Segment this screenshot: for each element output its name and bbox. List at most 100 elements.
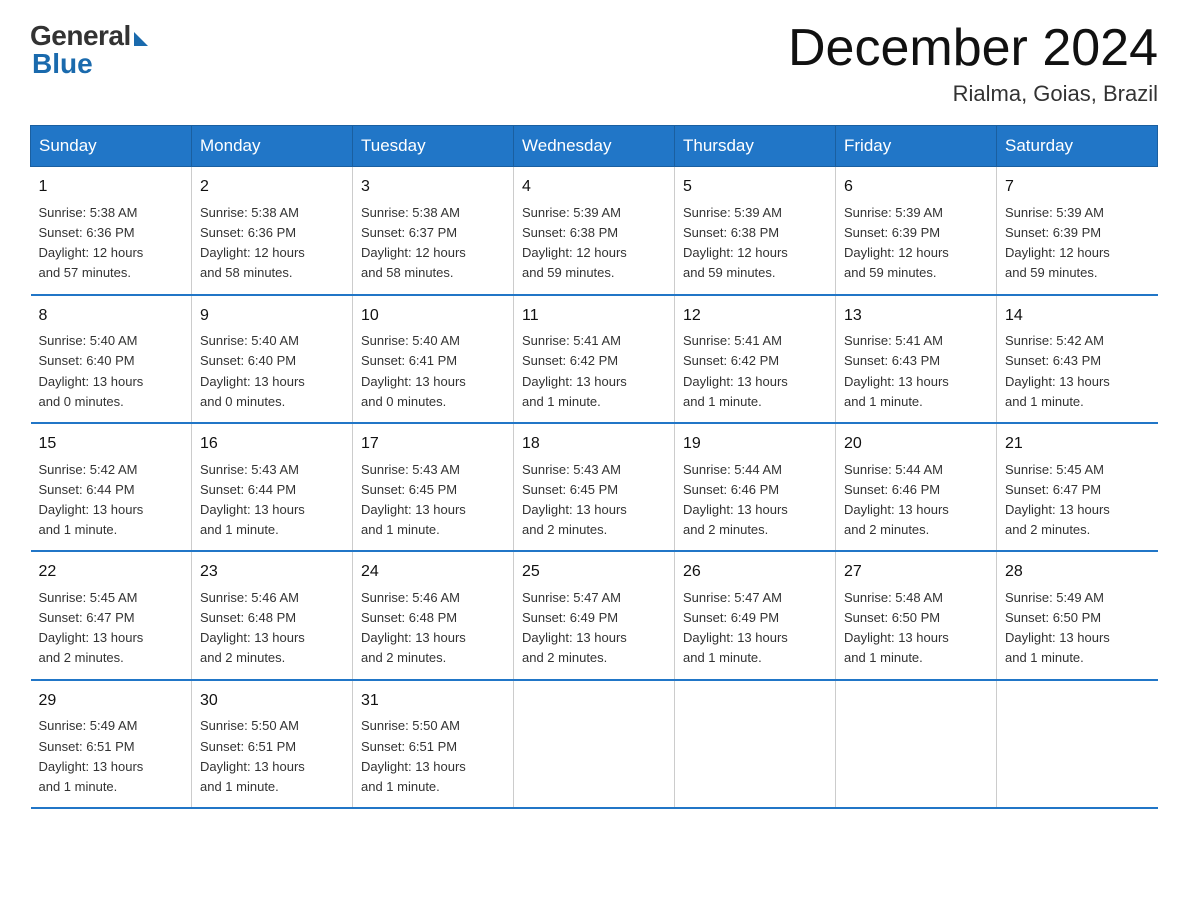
day-info: Sunrise: 5:45 AMSunset: 6:47 PMDaylight:… [1005, 460, 1150, 541]
logo-blue-text: Blue [32, 48, 93, 80]
day-info: Sunrise: 5:39 AMSunset: 6:39 PMDaylight:… [1005, 203, 1150, 284]
calendar-week-row: 1 Sunrise: 5:38 AMSunset: 6:36 PMDaylight… [31, 167, 1158, 295]
calendar-cell [997, 680, 1158, 808]
day-info: Sunrise: 5:39 AMSunset: 6:38 PMDaylight:… [522, 203, 666, 284]
calendar-cell: 25 Sunrise: 5:47 AMSunset: 6:49 PMDayligh… [514, 551, 675, 679]
day-number: 31 [361, 689, 505, 714]
day-info: Sunrise: 5:42 AMSunset: 6:44 PMDaylight:… [39, 460, 184, 541]
day-number: 25 [522, 560, 666, 585]
calendar-cell: 28 Sunrise: 5:49 AMSunset: 6:50 PMDayligh… [997, 551, 1158, 679]
calendar-cell: 1 Sunrise: 5:38 AMSunset: 6:36 PMDaylight… [31, 167, 192, 295]
day-number: 7 [1005, 175, 1150, 200]
calendar-cell: 21 Sunrise: 5:45 AMSunset: 6:47 PMDayligh… [997, 423, 1158, 551]
calendar-cell: 2Sunrise: 5:38 AMSunset: 6:36 PMDaylight… [192, 167, 353, 295]
calendar-cell: 8Sunrise: 5:40 AMSunset: 6:40 PMDaylight… [31, 295, 192, 423]
day-number: 26 [683, 560, 827, 585]
day-info: Sunrise: 5:41 AMSunset: 6:42 PMDaylight:… [683, 331, 827, 412]
day-number: 11 [522, 304, 666, 329]
day-info: Sunrise: 5:38 AMSunset: 6:36 PMDaylight:… [39, 203, 184, 284]
calendar-cell: 24 Sunrise: 5:46 AMSunset: 6:48 PMDayligh… [353, 551, 514, 679]
day-info: Sunrise: 5:42 AMSunset: 6:43 PMDaylight:… [1005, 331, 1150, 412]
day-number: 29 [39, 689, 184, 714]
day-info: Sunrise: 5:40 AMSunset: 6:41 PMDaylight:… [361, 331, 505, 412]
day-info: Sunrise: 5:38 AMSunset: 6:37 PMDaylight:… [361, 203, 505, 284]
day-number: 22 [39, 560, 184, 585]
day-number: 17 [361, 432, 505, 457]
calendar-cell: 3 Sunrise: 5:38 AMSunset: 6:37 PMDaylight… [353, 167, 514, 295]
header-sunday: Sunday [31, 126, 192, 167]
calendar-cell [675, 680, 836, 808]
day-info: Sunrise: 5:47 AMSunset: 6:49 PMDaylight:… [683, 588, 827, 669]
day-number: 3 [361, 175, 505, 200]
calendar-cell [514, 680, 675, 808]
calendar-cell [836, 680, 997, 808]
day-number: 1 [39, 175, 184, 200]
day-info: Sunrise: 5:39 AMSunset: 6:38 PMDaylight:… [683, 203, 827, 284]
day-info: Sunrise: 5:43 AMSunset: 6:44 PMDaylight:… [200, 460, 344, 541]
day-number: 16 [200, 432, 344, 457]
day-info: Sunrise: 5:38 AMSunset: 6:36 PMDaylight:… [200, 203, 344, 284]
calendar-cell: 11Sunrise: 5:41 AMSunset: 6:42 PMDayligh… [514, 295, 675, 423]
day-number: 6 [844, 175, 988, 200]
title-block: December 2024 Rialma, Goias, Brazil [788, 20, 1158, 107]
calendar-header-row: SundayMondayTuesdayWednesdayThursdayFrid… [31, 126, 1158, 167]
day-number: 28 [1005, 560, 1150, 585]
day-info: Sunrise: 5:41 AMSunset: 6:43 PMDaylight:… [844, 331, 988, 412]
header-saturday: Saturday [997, 126, 1158, 167]
calendar-cell: 4 Sunrise: 5:39 AMSunset: 6:38 PMDaylight… [514, 167, 675, 295]
day-number: 4 [522, 175, 666, 200]
day-number: 24 [361, 560, 505, 585]
header-tuesday: Tuesday [353, 126, 514, 167]
day-number: 10 [361, 304, 505, 329]
day-number: 23 [200, 560, 344, 585]
day-info: Sunrise: 5:50 AMSunset: 6:51 PMDaylight:… [361, 716, 505, 797]
calendar-cell: 9Sunrise: 5:40 AMSunset: 6:40 PMDaylight… [192, 295, 353, 423]
calendar-cell: 10Sunrise: 5:40 AMSunset: 6:41 PMDayligh… [353, 295, 514, 423]
day-number: 8 [39, 304, 184, 329]
day-info: Sunrise: 5:47 AMSunset: 6:49 PMDaylight:… [522, 588, 666, 669]
calendar-cell: 20 Sunrise: 5:44 AMSunset: 6:46 PMDayligh… [836, 423, 997, 551]
day-info: Sunrise: 5:43 AMSunset: 6:45 PMDaylight:… [361, 460, 505, 541]
calendar-cell: 23Sunrise: 5:46 AMSunset: 6:48 PMDayligh… [192, 551, 353, 679]
day-info: Sunrise: 5:44 AMSunset: 6:46 PMDaylight:… [844, 460, 988, 541]
day-number: 27 [844, 560, 988, 585]
day-number: 14 [1005, 304, 1150, 329]
day-number: 18 [522, 432, 666, 457]
day-info: Sunrise: 5:48 AMSunset: 6:50 PMDaylight:… [844, 588, 988, 669]
calendar-cell: 6Sunrise: 5:39 AMSunset: 6:39 PMDaylight… [836, 167, 997, 295]
calendar-cell: 15 Sunrise: 5:42 AMSunset: 6:44 PMDayligh… [31, 423, 192, 551]
day-info: Sunrise: 5:49 AMSunset: 6:51 PMDaylight:… [39, 716, 184, 797]
day-info: Sunrise: 5:49 AMSunset: 6:50 PMDaylight:… [1005, 588, 1150, 669]
calendar-cell: 12Sunrise: 5:41 AMSunset: 6:42 PMDayligh… [675, 295, 836, 423]
day-info: Sunrise: 5:46 AMSunset: 6:48 PMDaylight:… [361, 588, 505, 669]
day-number: 5 [683, 175, 827, 200]
day-number: 21 [1005, 432, 1150, 457]
calendar-cell: 13Sunrise: 5:41 AMSunset: 6:43 PMDayligh… [836, 295, 997, 423]
header-friday: Friday [836, 126, 997, 167]
calendar-cell: 29Sunrise: 5:49 AMSunset: 6:51 PMDayligh… [31, 680, 192, 808]
header-wednesday: Wednesday [514, 126, 675, 167]
header-monday: Monday [192, 126, 353, 167]
day-number: 15 [39, 432, 184, 457]
calendar-cell: 30Sunrise: 5:50 AMSunset: 6:51 PMDayligh… [192, 680, 353, 808]
day-info: Sunrise: 5:44 AMSunset: 6:46 PMDaylight:… [683, 460, 827, 541]
calendar-cell: 14Sunrise: 5:42 AMSunset: 6:43 PMDayligh… [997, 295, 1158, 423]
calendar-cell: 31Sunrise: 5:50 AMSunset: 6:51 PMDayligh… [353, 680, 514, 808]
day-number: 9 [200, 304, 344, 329]
calendar-cell: 17 Sunrise: 5:43 AMSunset: 6:45 PMDayligh… [353, 423, 514, 551]
logo-arrow-icon [134, 32, 148, 46]
page-header: General Blue December 2024 Rialma, Goias… [30, 20, 1158, 107]
day-number: 20 [844, 432, 988, 457]
calendar-cell: 19 Sunrise: 5:44 AMSunset: 6:46 PMDayligh… [675, 423, 836, 551]
day-info: Sunrise: 5:41 AMSunset: 6:42 PMDaylight:… [522, 331, 666, 412]
day-number: 19 [683, 432, 827, 457]
calendar-week-row: 8Sunrise: 5:40 AMSunset: 6:40 PMDaylight… [31, 295, 1158, 423]
location-subtitle: Rialma, Goias, Brazil [788, 81, 1158, 107]
calendar-table: SundayMondayTuesdayWednesdayThursdayFrid… [30, 125, 1158, 809]
header-thursday: Thursday [675, 126, 836, 167]
calendar-week-row: 15 Sunrise: 5:42 AMSunset: 6:44 PMDayligh… [31, 423, 1158, 551]
calendar-week-row: 29Sunrise: 5:49 AMSunset: 6:51 PMDayligh… [31, 680, 1158, 808]
day-info: Sunrise: 5:40 AMSunset: 6:40 PMDaylight:… [39, 331, 184, 412]
month-title: December 2024 [788, 20, 1158, 77]
calendar-cell: 18Sunrise: 5:43 AMSunset: 6:45 PMDayligh… [514, 423, 675, 551]
